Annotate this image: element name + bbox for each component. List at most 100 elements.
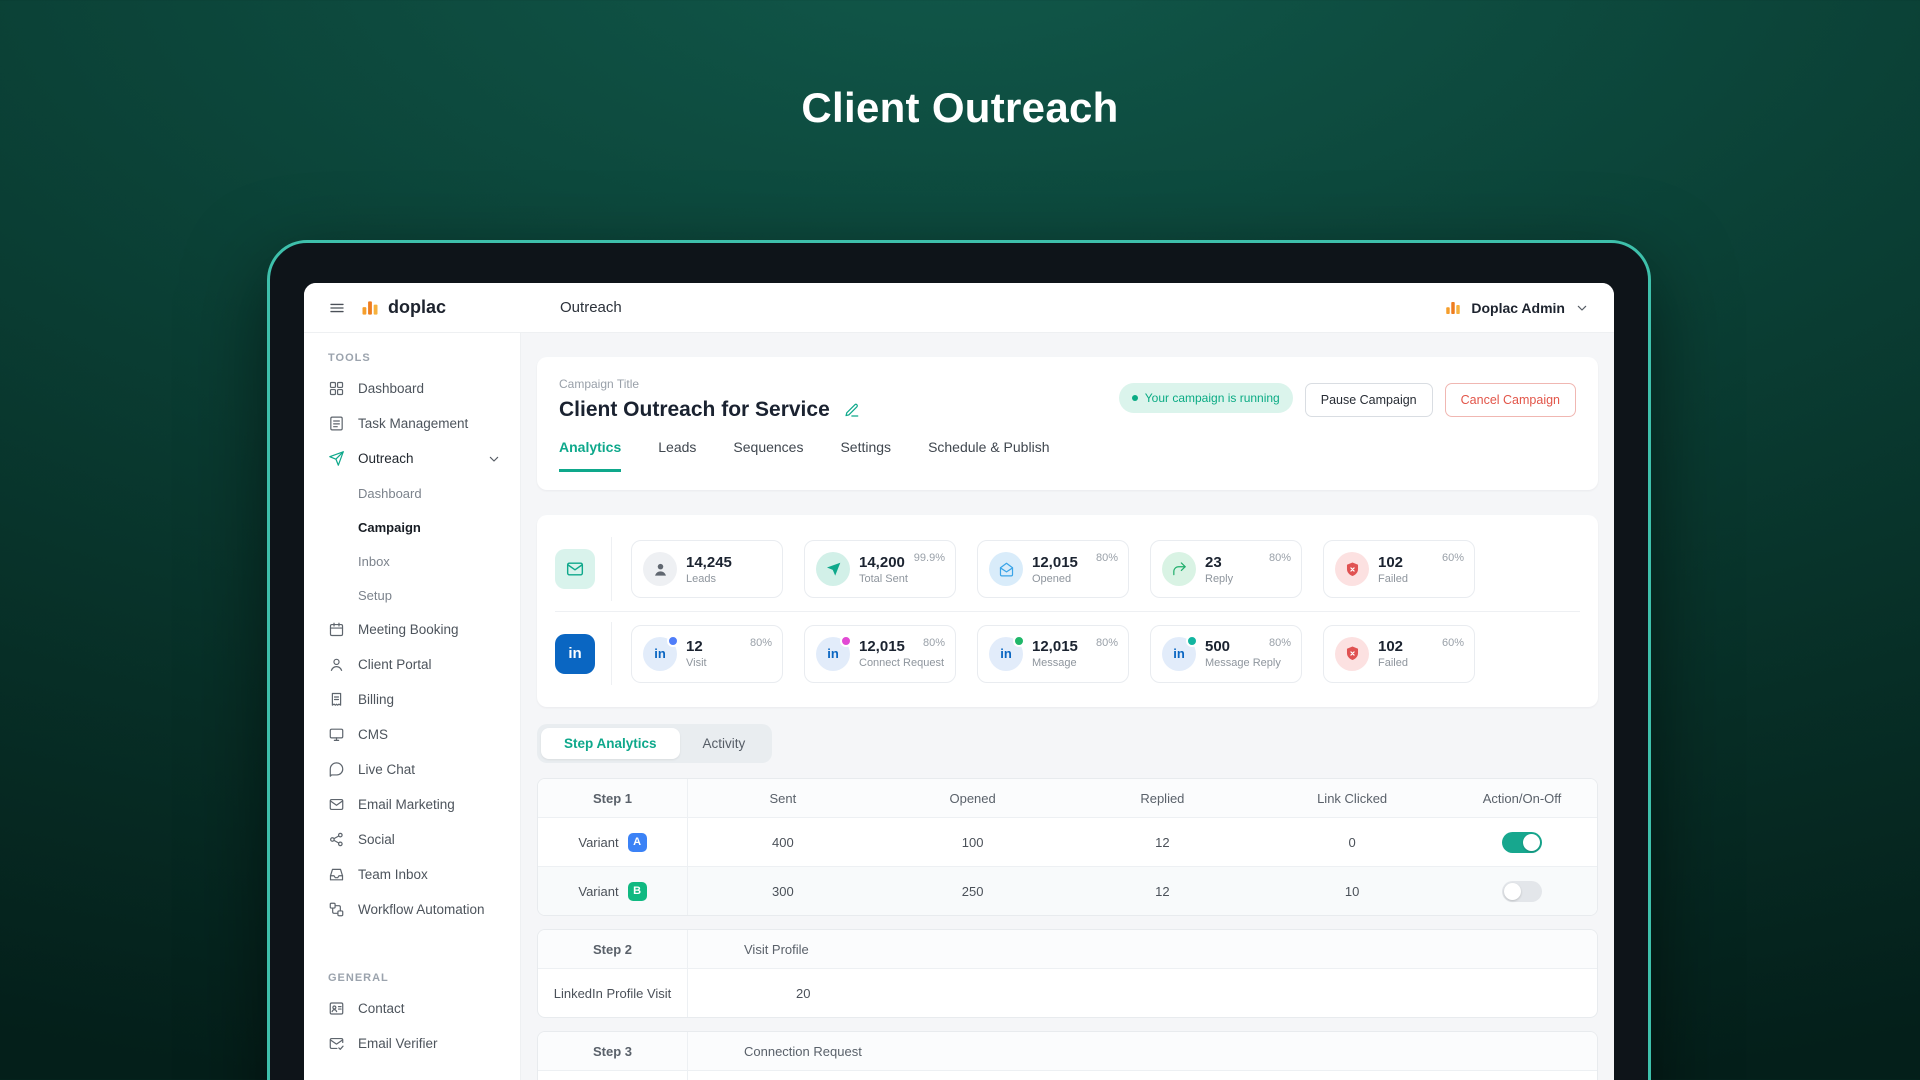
stat-percent: 80%	[1269, 552, 1291, 564]
menu-hamburger-icon[interactable]	[328, 299, 346, 317]
device-frame: doplac Outreach Doplac Admin TOOLS Dashbo…	[267, 240, 1651, 1080]
sidebar-item-billing[interactable]: Billing	[304, 682, 520, 717]
campaign-title: Client Outreach for Service	[559, 398, 830, 422]
variant-label: Variant	[578, 835, 618, 850]
stat-value: 14,200	[859, 554, 908, 571]
campaign-card: Campaign Title Client Outreach for Servi…	[537, 357, 1598, 490]
campaign-title-block: Campaign Title Client Outreach for Servi…	[559, 377, 860, 422]
sidebar-item-label: Outreach	[358, 451, 414, 466]
stat-value: 102	[1378, 638, 1408, 655]
sidebar-item-cms[interactable]: CMS	[304, 717, 520, 752]
receipt-icon	[328, 691, 345, 708]
cancel-campaign-button[interactable]: Cancel Campaign	[1445, 383, 1576, 417]
sidebar-item-client-portal[interactable]: Client Portal	[304, 647, 520, 682]
tab-settings[interactable]: Settings	[840, 439, 891, 472]
mailcheck-icon	[328, 1035, 345, 1052]
table-row: LinkedIn Profile Visit20	[538, 968, 1597, 1017]
table-cell	[1447, 867, 1597, 915]
sidebar-item-dashboard[interactable]: Dashboard	[304, 371, 520, 406]
sidebar-section-label-tools: TOOLS	[304, 345, 520, 371]
step-table-3: Step 3Connection Request	[537, 1031, 1598, 1080]
tab-schedule-publish[interactable]: Schedule & Publish	[928, 439, 1049, 472]
sidebar-item-social[interactable]: Social	[304, 822, 520, 857]
stat-text: 23Reply	[1205, 554, 1233, 585]
stat-tile-failed: 102Failed60%	[1323, 540, 1475, 598]
chat-icon	[328, 761, 345, 778]
linkedin-glyph: in	[1000, 646, 1012, 661]
stat-tile-leads: 14,245Leads	[631, 540, 783, 598]
sidebar-item-task-management[interactable]: Task Management	[304, 406, 520, 441]
stat-tile-opened: 12,015Opened80%	[977, 540, 1129, 598]
stat-percent: 80%	[750, 637, 772, 649]
stat-label: Visit	[686, 657, 707, 669]
share-icon	[328, 831, 345, 848]
table-cell: 12	[1068, 867, 1258, 915]
channel-status-dot	[1013, 635, 1025, 647]
monitor-icon	[328, 726, 345, 743]
sidebar-item-workflow-automation[interactable]: Workflow Automation	[304, 892, 520, 927]
divider	[611, 622, 612, 685]
sidebar-subitem-inbox[interactable]: Inbox	[304, 544, 520, 578]
pause-campaign-button[interactable]: Pause Campaign	[1305, 383, 1433, 417]
tab-sequences[interactable]: Sequences	[733, 439, 803, 472]
mail-icon	[328, 796, 345, 813]
user-icon	[328, 656, 345, 673]
sidebar-item-email-verifier[interactable]: Email Verifier	[304, 1026, 520, 1061]
brand-name: doplac	[388, 297, 446, 318]
stat-label: Connect Request	[859, 657, 944, 669]
stat-tile-total-sent: 14,200Total Sent99.9%	[804, 540, 956, 598]
tab-step-analytics[interactable]: Step Analytics	[541, 728, 680, 759]
stat-text: 14,200Total Sent	[859, 554, 908, 585]
stat-value: 12	[686, 638, 707, 655]
brand-logo[interactable]: doplac	[360, 297, 446, 318]
sidebar-item-email-marketing[interactable]: Email Marketing	[304, 787, 520, 822]
doplac-mini-logo-icon	[1444, 299, 1462, 317]
toggle-knob	[1523, 834, 1540, 851]
stat-percent: 80%	[923, 637, 945, 649]
sidebar-item-live-chat[interactable]: Live Chat	[304, 752, 520, 787]
linkedin-icon: in	[816, 637, 850, 671]
column-header-step-3: Step 3	[538, 1032, 688, 1070]
sidebar-subitem-setup[interactable]: Setup	[304, 578, 520, 612]
table-cell: 0	[1257, 818, 1447, 866]
linkedin-glyph: in	[654, 646, 666, 661]
table-cell	[1447, 818, 1597, 866]
checklist-icon	[328, 415, 345, 432]
stat-label: Message Reply	[1205, 657, 1281, 669]
sidebar-section-label-general: GENERAL	[304, 965, 520, 991]
sidebar-item-team-inbox[interactable]: Team Inbox	[304, 857, 520, 892]
sidebar-subitem-dashboard[interactable]: Dashboard	[304, 476, 520, 510]
app-body: TOOLS Dashboard Task Management Outreach Das…	[304, 333, 1614, 1080]
app-window: doplac Outreach Doplac Admin TOOLS Dashbo…	[304, 283, 1614, 1080]
tab-leads[interactable]: Leads	[658, 439, 696, 472]
sidebar-item-contact[interactable]: Contact	[304, 991, 520, 1026]
sidebar-subitem-campaign[interactable]: Campaign	[304, 510, 520, 544]
sidebar-item-label: Billing	[358, 692, 394, 707]
sidebar-item-outreach[interactable]: Outreach	[304, 441, 520, 476]
account-menu[interactable]: Doplac Admin	[1444, 299, 1590, 317]
stat-percent: 80%	[1269, 637, 1291, 649]
sidebar-item-label: CMS	[358, 727, 388, 742]
sidebar-item-label: Meeting Booking	[358, 622, 459, 637]
sidebar-item-label: Client Portal	[358, 657, 432, 672]
inbox-icon	[328, 866, 345, 883]
variant-toggle[interactable]	[1502, 881, 1542, 902]
sidebar-item-label: Dashboard	[358, 381, 424, 396]
variant-toggle[interactable]	[1502, 832, 1542, 853]
campaign-header: Campaign Title Client Outreach for Servi…	[559, 377, 1576, 422]
leads-user-icon	[643, 552, 677, 586]
stat-tiles: in12Visit80%in12,015Connect Request80%in…	[631, 625, 1475, 683]
stat-percent: 80%	[1096, 637, 1118, 649]
sidebar-item-label: Contact	[358, 1001, 405, 1016]
tab-activity[interactable]: Activity	[680, 728, 769, 759]
stat-text: 12,015Opened	[1032, 554, 1078, 585]
sidebar-item-meeting-booking[interactable]: Meeting Booking	[304, 612, 520, 647]
page-title: Outreach	[560, 299, 622, 316]
chevron-down-icon	[1574, 300, 1590, 316]
variant-row-b: VariantB3002501210	[538, 866, 1597, 915]
tab-analytics[interactable]: Analytics	[559, 439, 621, 472]
stat-label: Leads	[686, 573, 732, 585]
edit-pencil-icon[interactable]	[843, 402, 860, 419]
send-icon	[328, 450, 345, 467]
toggle-knob	[1504, 883, 1521, 900]
